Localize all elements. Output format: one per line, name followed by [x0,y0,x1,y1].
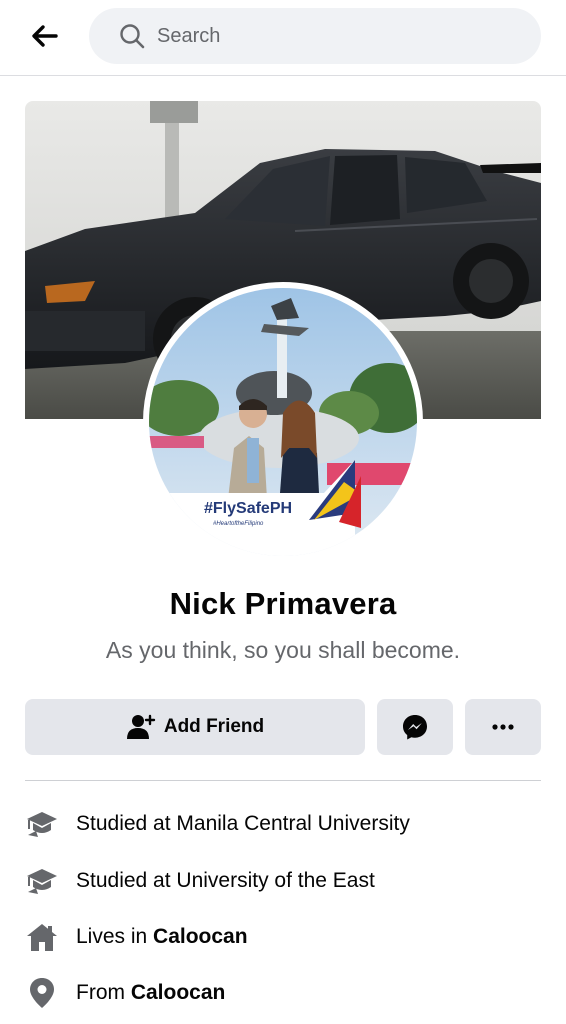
location-pin-icon [25,976,59,1010]
graduation-cap-icon [25,864,59,898]
profile-bio: As you think, so you shall become. [105,637,461,663]
intro-education-2: Studied at University of the East [25,861,541,901]
avatar-overlay-tag: #FlySafePH [204,500,292,517]
lives-in-city-link[interactable]: Caloocan [153,925,248,948]
avatar-overlay-subtag: #HeartoftheFilipino [213,521,264,527]
intro-lives-in: Lives in Caloocan [25,917,541,957]
arrow-left-icon [32,25,58,47]
home-icon [25,920,59,954]
add-friend-label: Add Friend [163,716,265,737]
back-button[interactable] [22,18,66,54]
profile-name: Nick Primavera [169,586,397,621]
search-icon [119,22,147,50]
from-city-link[interactable]: Caloocan [131,981,226,1004]
graduation-cap-icon [25,807,59,841]
messenger-icon [403,715,427,740]
top-bar [0,0,566,76]
more-options-button[interactable] [465,699,541,755]
add-person-icon [126,714,156,739]
more-dots-icon [492,724,514,730]
search-input[interactable] [157,24,517,48]
intro-text: Lives in Caloocan [76,925,248,948]
message-button[interactable] [377,699,453,755]
intro-text: From Caloocan [76,981,226,1004]
intro-education-1: Studied at Manila Central University [25,804,541,844]
add-friend-button[interactable]: Add Friend [25,699,365,755]
search-bar[interactable] [89,8,541,64]
intro-text: Studied at University of the East [76,869,375,892]
intro-from: From Caloocan [25,973,541,1013]
intro-text: Studied at Manila Central University [76,812,410,835]
profile-picture[interactable]: #FlySafePH #HeartoftheFilipino [143,282,423,562]
section-divider [25,780,541,781]
